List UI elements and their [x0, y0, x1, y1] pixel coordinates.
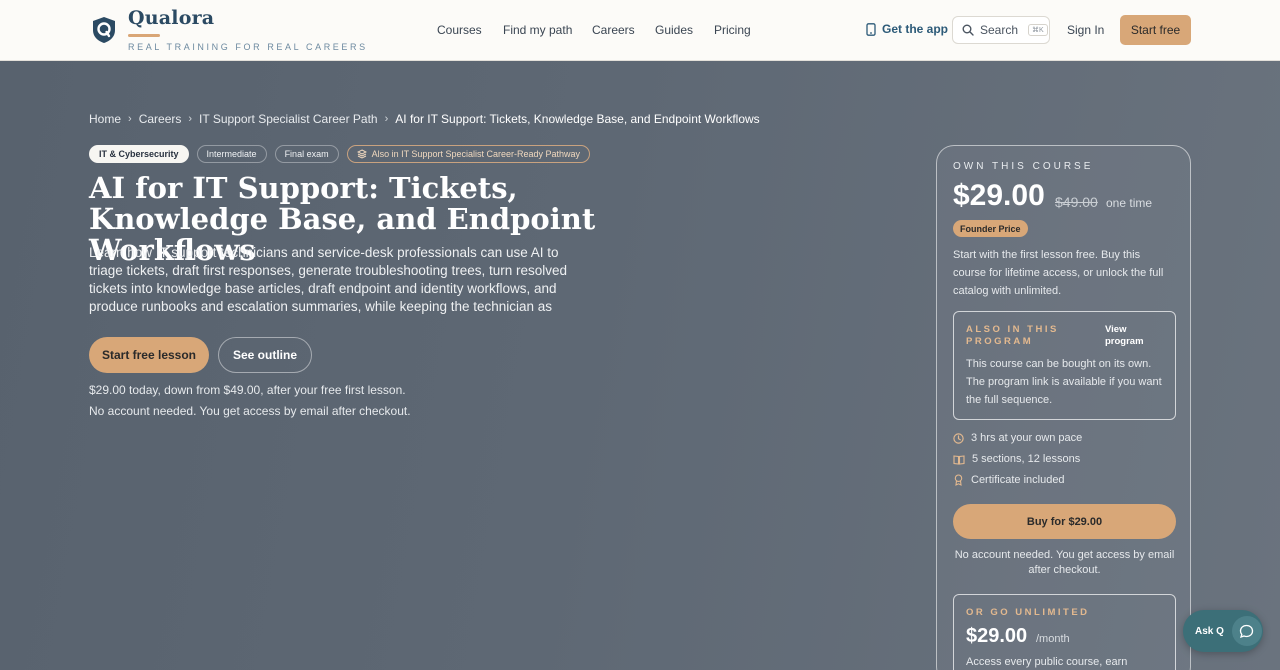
pathway-tag-label: Also in IT Support Specialist Career-Rea…: [371, 149, 581, 159]
breadcrumb: Home › Careers › IT Support Specialist C…: [89, 112, 760, 126]
ask-q-label: Ask Q: [1195, 625, 1224, 637]
brand-tagline: REAL TRAINING FOR REAL CAREERS: [128, 42, 368, 52]
chevron-right-icon: ›: [384, 113, 389, 125]
search-label: Search: [980, 23, 1019, 37]
price-note: $29.00 today, down from $49.00, after yo…: [89, 383, 406, 397]
brand-name[interactable]: Qualora: [128, 7, 214, 29]
buy-button[interactable]: Buy for $29.00: [953, 504, 1176, 539]
feature-sections: 5 sections, 12 lessons: [953, 453, 1080, 465]
feature-duration: 3 hrs at your own pace: [953, 432, 1082, 444]
card-account-note: No account needed. You get access by ema…: [954, 549, 1175, 576]
unlimited-text: Access every public course, earn: [966, 656, 1128, 668]
nav-find-my-path[interactable]: Find my path: [503, 23, 572, 37]
nav-pricing[interactable]: Pricing: [714, 23, 751, 37]
price-suffix: one time: [1106, 196, 1153, 210]
category-tag[interactable]: IT & Cybersecurity: [89, 145, 189, 163]
get-app-label: Get the app: [882, 22, 949, 36]
clock-icon: [953, 432, 964, 444]
chevron-right-icon: ›: [128, 113, 132, 125]
founder-price-badge: Founder Price: [953, 220, 1028, 237]
account-note: No account needed. You get access by ema…: [89, 404, 411, 418]
nav-courses[interactable]: Courses: [437, 23, 482, 37]
brand-underline: [128, 34, 160, 37]
breadcrumb-careers[interactable]: Careers: [139, 112, 182, 126]
exam-tag: Final exam: [274, 145, 339, 163]
award-icon: [954, 474, 963, 486]
search-button[interactable]: Search ⌘K: [952, 16, 1050, 44]
program-label: ALSO IN THIS PROGRAM: [966, 324, 1059, 347]
course-price: $29.00: [953, 179, 1045, 212]
breadcrumb-career-path[interactable]: IT Support Specialist Career Path: [199, 112, 378, 126]
feature-duration-label: 3 hrs at your own pace: [971, 432, 1083, 444]
feature-sections-label: 5 sections, 12 lessons: [972, 453, 1081, 465]
purchase-card: OWN THIS COURSE $29.00 $49.00 one time F…: [936, 145, 1191, 670]
search-icon: [962, 24, 974, 36]
sign-in-link[interactable]: Sign In: [1067, 23, 1104, 37]
unlimited-label: OR GO UNLIMITED: [966, 607, 1090, 618]
get-app-link[interactable]: Get the app: [866, 22, 948, 36]
search-shortcut: ⌘K: [1028, 24, 1048, 36]
breadcrumb-current: AI for IT Support: Tickets, Knowledge Ba…: [395, 112, 760, 126]
level-tag: Intermediate: [196, 145, 267, 163]
nav-guides[interactable]: Guides: [655, 23, 693, 37]
course-tags: IT & Cybersecurity Intermediate Final ex…: [89, 145, 591, 163]
program-box: ALSO IN THIS PROGRAM View program This c…: [953, 311, 1176, 420]
see-outline-button[interactable]: See outline: [218, 337, 312, 373]
layers-icon: [356, 149, 367, 159]
book-icon: [953, 454, 965, 465]
card-description: Start with the first lesson free. Buy th…: [953, 249, 1164, 297]
start-free-lesson-button[interactable]: Start free lesson: [89, 337, 209, 373]
unlimited-box: OR GO UNLIMITED $29.00 /month Access eve…: [953, 594, 1176, 670]
breadcrumb-home[interactable]: Home: [89, 112, 121, 126]
start-free-button[interactable]: Start free: [1120, 15, 1191, 45]
original-price: $49.00: [1055, 194, 1098, 210]
feature-certificate: Certificate included: [953, 474, 1065, 486]
shield-logo-icon[interactable]: [92, 16, 116, 44]
chevron-right-icon: ›: [188, 113, 193, 125]
phone-icon: [866, 22, 876, 36]
site-header: Qualora REAL TRAINING FOR REAL CAREERS C…: [0, 0, 1280, 61]
course-description: Learn how IT support technicians and ser…: [89, 245, 567, 314]
nav-careers[interactable]: Careers: [592, 23, 635, 37]
unlimited-period: /month: [1036, 633, 1070, 645]
own-course-label: OWN THIS COURSE: [953, 161, 1094, 172]
chat-bubble-icon: [1231, 616, 1262, 646]
unlimited-price: $29.00: [966, 625, 1028, 647]
ask-q-button[interactable]: Ask Q: [1183, 610, 1263, 652]
feature-certificate-label: Certificate included: [971, 474, 1065, 486]
pathway-tag[interactable]: Also in IT Support Specialist Career-Rea…: [346, 145, 591, 163]
view-program-link[interactable]: View program: [1105, 324, 1155, 348]
program-text: This course can be bought on its own. Th…: [966, 358, 1162, 406]
